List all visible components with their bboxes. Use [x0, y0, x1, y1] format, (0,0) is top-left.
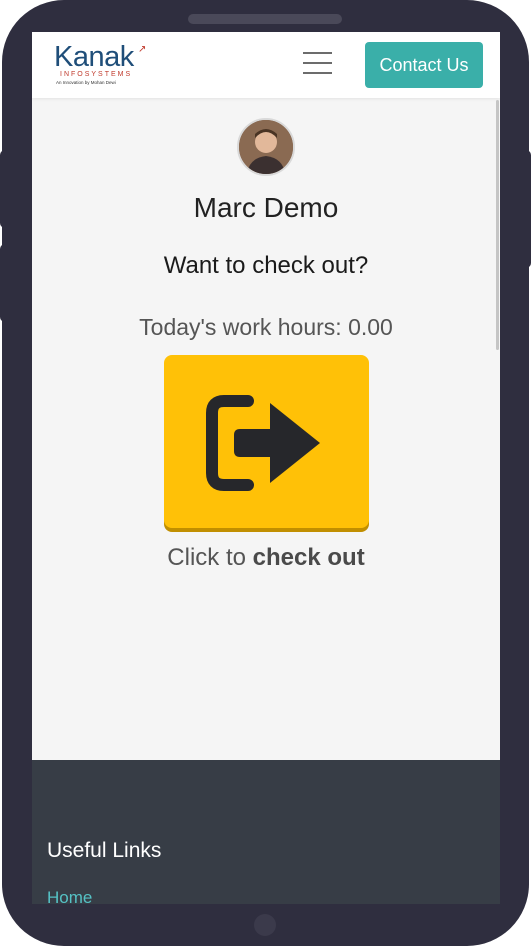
screen: Kanak ↗ INFOSYSTEMS An Innovation by Moh… [32, 32, 500, 904]
logo-subtext: INFOSYSTEMS [60, 71, 133, 78]
person-photo-icon [239, 120, 293, 174]
instruction-prefix: Click to [167, 544, 253, 571]
logo-arrow-icon: ↗ [138, 44, 147, 55]
contact-us-button[interactable]: Contact Us [365, 42, 483, 88]
hamburger-icon[interactable] [303, 52, 332, 76]
footer-title: Useful Links [47, 839, 162, 862]
brand-logo[interactable]: Kanak ↗ INFOSYSTEMS An Innovation by Moh… [54, 42, 149, 90]
check-out-instruction: Click to check out [32, 544, 500, 572]
phone-home-button [254, 914, 276, 936]
instruction-action: check out [252, 544, 365, 571]
navbar: Kanak ↗ INFOSYSTEMS An Innovation by Moh… [32, 32, 500, 98]
phone-speaker [188, 14, 342, 24]
phone-side-button [0, 150, 10, 228]
scrollbar[interactable] [496, 100, 499, 350]
user-name: Marc Demo [193, 192, 339, 223]
logo-text: Kanak [54, 41, 134, 73]
footer: Useful Links Home [32, 760, 500, 904]
phone-side-button [0, 244, 10, 322]
logo-tagline: An Innovation by Mohan Dewi [56, 80, 116, 85]
check-out-button[interactable] [164, 355, 369, 528]
avatar [237, 118, 295, 176]
footer-link-home[interactable]: Home [47, 888, 92, 904]
sign-out-icon [206, 395, 320, 491]
phone-side-button [521, 150, 531, 268]
checkout-prompt: Want to check out? [163, 252, 369, 279]
work-hours: Today's work hours: 0.00 [139, 314, 393, 340]
